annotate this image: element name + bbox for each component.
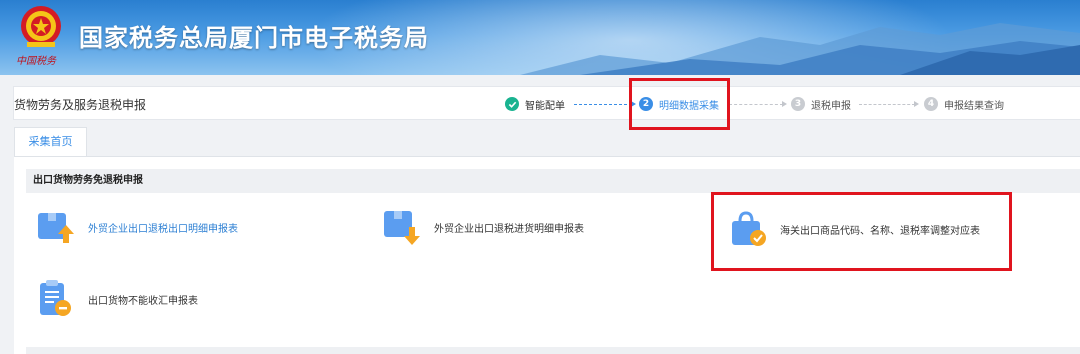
step-smart-order[interactable]: 智能配单 bbox=[505, 96, 565, 112]
content-panel: 出口货物劳务免退税申报 外贸企业出口退税出口明细申报表 外贸企业出口退税进货明细… bbox=[14, 156, 1080, 354]
upload-box-icon bbox=[38, 213, 74, 243]
download-box-icon bbox=[384, 211, 420, 245]
step-result-query[interactable]: 4 申报结果查询 bbox=[924, 96, 1004, 112]
item-label: 出口货物不能收汇申报表 bbox=[88, 295, 198, 307]
step-refund-declaration[interactable]: 3 退税申报 bbox=[791, 96, 851, 112]
item-label: 外贸企业出口退税进货明细申报表 bbox=[434, 223, 584, 235]
shopping-bag-check-icon bbox=[732, 211, 766, 246]
section-title: 出口货物劳务免退税申报 bbox=[26, 169, 1080, 193]
site-title: 国家税务总局厦门市电子税务局 bbox=[79, 24, 429, 52]
header-banner: 中国税务 国家税务总局厦门市电子税务局 bbox=[0, 0, 1080, 75]
step-number-badge: 2 bbox=[639, 97, 653, 111]
tax-emblem-logo bbox=[21, 6, 61, 47]
tab-collection-home[interactable]: 采集首页 bbox=[14, 127, 87, 156]
export-detail-report-link[interactable]: 外贸企业出口退税出口明细申报表 bbox=[36, 207, 238, 247]
step-connector bbox=[729, 101, 787, 107]
step-number-badge: 4 bbox=[924, 97, 938, 111]
customs-code-rate-table-link[interactable]: 海关出口商品代码、名称、退税率调整对应表 bbox=[728, 209, 980, 249]
clipboard-minus-icon bbox=[40, 280, 71, 316]
banner-mountains bbox=[520, 23, 1080, 75]
step-number-badge: 3 bbox=[791, 97, 805, 111]
page-title: 货物劳务及服务退税申报 bbox=[14, 98, 147, 112]
step-connector bbox=[859, 101, 919, 107]
uncollected-forex-report-link[interactable]: 出口货物不能收汇申报表 bbox=[36, 279, 198, 319]
emblem-caption: 中国税务 bbox=[16, 56, 56, 67]
step-bar: 货物劳务及服务退税申报 智能配单 2 明细数据采集 3 退税申报 4 申报结果查… bbox=[13, 86, 1080, 120]
step-label: 申报结果查询 bbox=[944, 100, 1004, 112]
step-connector bbox=[574, 101, 636, 107]
step-label: 退税申报 bbox=[811, 100, 851, 112]
purchase-detail-report-link[interactable]: 外贸企业出口退税进货明细申报表 bbox=[382, 207, 584, 247]
step-label: 明细数据采集 bbox=[659, 100, 719, 112]
step-detail-collection[interactable]: 2 明细数据采集 bbox=[639, 96, 719, 112]
item-label: 海关出口商品代码、名称、退税率调整对应表 bbox=[780, 225, 980, 237]
item-label: 外贸企业出口退税出口明细申报表 bbox=[88, 223, 238, 235]
check-circle-icon bbox=[505, 97, 519, 111]
step-label: 智能配单 bbox=[525, 100, 565, 112]
